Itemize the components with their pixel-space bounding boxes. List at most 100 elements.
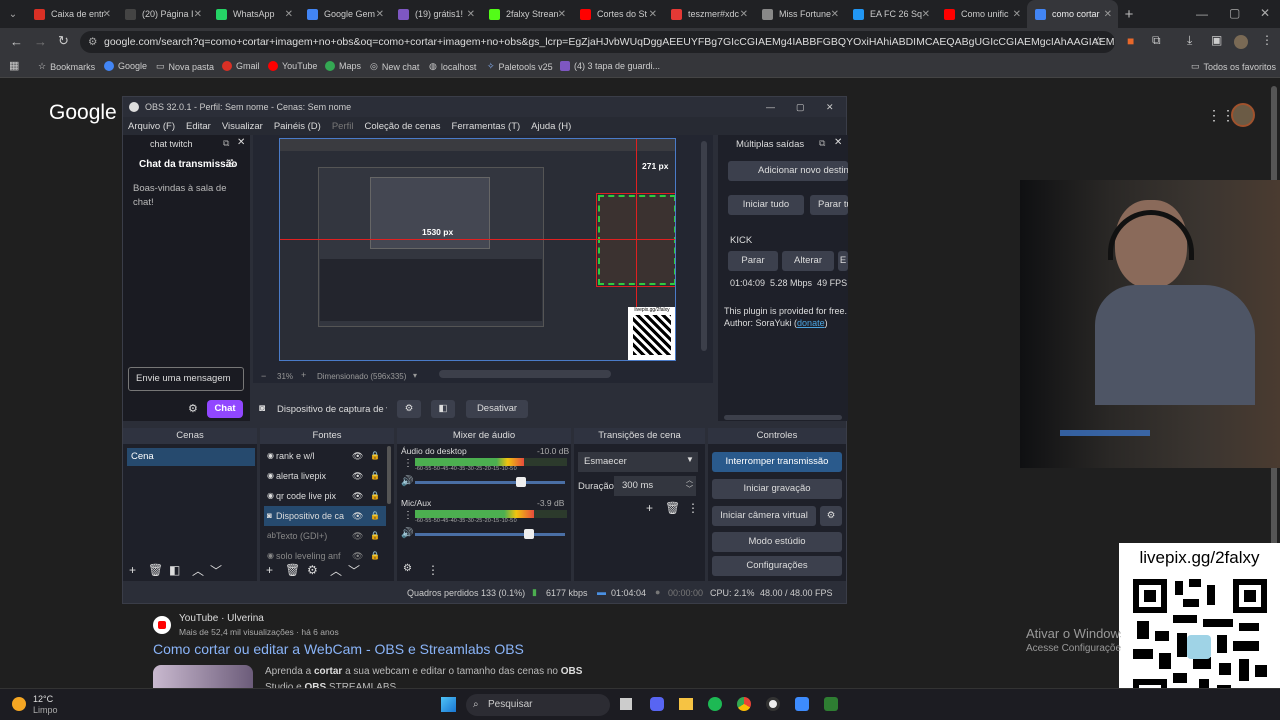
app-blue-icon[interactable]	[795, 697, 809, 711]
chat-dock-float-icon[interactable]: ⧉	[223, 138, 229, 149]
source-filters-button[interactable]: ◧	[431, 400, 455, 418]
windows-start-icon[interactable]	[441, 697, 456, 712]
back-icon[interactable]: ←	[10, 34, 23, 49]
bookmark-youtube[interactable]: YouTube	[268, 61, 317, 71]
browser-tab[interactable]: Miss Fortune ✕	[754, 0, 845, 28]
bookmark-new-chat[interactable]: ◎ New chat	[370, 61, 419, 72]
browser-tab[interactable]: 2falxy Strean ✕	[481, 0, 572, 28]
visibility-eye-icon[interactable]: 👁	[352, 466, 363, 486]
tab-close-icon[interactable]: ✕	[285, 9, 293, 20]
apps-grid-icon[interactable]: ▦	[9, 59, 19, 72]
reload-icon[interactable]: ↻	[58, 33, 69, 49]
channel-menu-icon[interactable]: ⋮	[403, 510, 413, 521]
kick-change-button[interactable]: Alterar	[782, 251, 834, 271]
forward-icon[interactable]: →	[34, 34, 47, 49]
stop-streaming-button[interactable]: Interromper transmissão	[712, 452, 842, 472]
visibility-eye-icon[interactable]: 👁	[352, 506, 363, 526]
app-green-icon[interactable]	[824, 697, 838, 711]
bookmark-nova-pasta[interactable]: ▭ Nova pasta	[156, 61, 214, 72]
deactivate-button[interactable]: Desativar	[466, 400, 528, 418]
start-all-button[interactable]: Iniciar tudo	[728, 195, 804, 215]
settings-button[interactable]: Configurações	[712, 556, 842, 576]
obs-taskbar-icon[interactable]	[766, 697, 780, 711]
bookmark-maps[interactable]: Maps	[325, 61, 361, 71]
bookmark-bookmarks[interactable]: ☆ Bookmarks	[38, 61, 95, 72]
source-item[interactable]: ◙ Dispositivo de ca 👁 🔒	[264, 506, 386, 526]
sidebar-icon[interactable]: ▣	[1211, 33, 1222, 47]
weather-icon[interactable]	[12, 697, 26, 711]
source-item[interactable]: ab Texto (GDI+) 👁 🔒	[264, 526, 386, 546]
tab-close-icon[interactable]: ✕	[740, 9, 748, 20]
discord-icon[interactable]	[650, 697, 664, 711]
start-virtual-camera-button[interactable]: Iniciar câmera virtual	[712, 506, 816, 526]
tab-close-icon[interactable]: ✕	[467, 9, 475, 20]
obs-menu-item[interactable]: Visualizar	[222, 121, 263, 132]
bookmark-tapa[interactable]: (4) 3 tapa de guardi...	[560, 61, 660, 71]
browser-menu-icon[interactable]: ⋮	[1261, 33, 1273, 47]
browser-tab[interactable]: Caixa de entr ✕	[26, 0, 117, 28]
obs-menu-item[interactable]: Ferramentas (T)	[452, 121, 521, 132]
google-logo[interactable]: Google	[49, 101, 117, 125]
obs-minimize-icon[interactable]: —	[766, 97, 775, 117]
visibility-eye-icon[interactable]: 👁	[352, 446, 363, 466]
chat-users-icon[interactable]: ♙	[227, 157, 237, 170]
scene-down-icon[interactable]: ﹀	[210, 562, 222, 579]
transition-select[interactable]: Esmaecer	[578, 452, 698, 472]
source-down-icon[interactable]: ﹀	[348, 562, 360, 579]
source-item[interactable]: ◉ qr code live pix 👁 🔒	[264, 486, 386, 506]
scene-filters-icon[interactable]: ◧	[169, 563, 180, 577]
lock-icon[interactable]: 🔒	[370, 506, 380, 526]
chat-send-button[interactable]: Chat	[207, 400, 243, 418]
multi-close-icon[interactable]: ✕	[834, 137, 842, 148]
tab-close-icon[interactable]: ✕	[194, 9, 202, 20]
lock-icon[interactable]: 🔒	[370, 466, 380, 486]
tab-close-icon[interactable]: ✕	[649, 9, 657, 20]
browser-tab[interactable]: WhatsApp ✕	[208, 0, 299, 28]
tab-close-icon[interactable]: ✕	[1013, 9, 1021, 20]
volume-slider[interactable]	[415, 481, 565, 484]
tab-close-icon[interactable]: ✕	[376, 9, 384, 20]
site-info-icon[interactable]: ⚙	[88, 31, 97, 53]
source-settings-icon[interactable]: ⚙	[307, 563, 318, 577]
source-add-icon[interactable]: +	[266, 563, 273, 577]
obs-menu-item[interactable]: Coleção de cenas	[364, 121, 440, 132]
tab-search-chevron-icon[interactable]: ⌄	[0, 9, 26, 20]
duration-input[interactable]: 300 ms	[614, 476, 696, 496]
studio-mode-button[interactable]: Modo estúdio	[712, 532, 842, 552]
bookmark-localhost[interactable]: ◍ localhost	[429, 61, 476, 72]
result-title-link[interactable]: Como cortar ou editar a WebCam - OBS e S…	[153, 641, 524, 657]
scene-up-icon[interactable]: ︿	[192, 562, 204, 579]
chrome-icon[interactable]	[737, 697, 751, 711]
obs-menu-item[interactable]: Perfil	[332, 121, 354, 132]
donate-link[interactable]: donate	[797, 318, 825, 328]
bookmark-star-icon[interactable]: ☆	[1093, 34, 1104, 48]
transition-chevron-icon[interactable]: ▼	[686, 455, 694, 464]
obs-menu-item[interactable]: Ajuda (H)	[531, 121, 571, 132]
result-channel[interactable]: YouTube · Ulverina	[179, 613, 264, 624]
bookmark-google[interactable]: Google	[104, 61, 147, 71]
scale-chevron-icon[interactable]: ▾	[413, 371, 417, 380]
tab-close-icon[interactable]: ✕	[831, 9, 839, 20]
browser-tab[interactable]: teszmer#xdc ✕	[663, 0, 754, 28]
tab-close-icon[interactable]: ✕	[103, 9, 111, 20]
browser-tab[interactable]: Google Gem ✕	[299, 0, 390, 28]
close-browser-icon[interactable]: ✕	[1260, 6, 1270, 20]
url-field[interactable]: ⚙ google.com/search?q=como+cortar+imagem…	[80, 31, 1115, 53]
obs-menu-item[interactable]: Painéis (D)	[274, 121, 321, 132]
bookmark-gmail[interactable]: Gmail	[222, 61, 260, 71]
duration-stepper-icon[interactable]: ︿ ﹀	[686, 476, 693, 494]
source-item[interactable]: ◉ alerta livepix 👁 🔒	[264, 466, 386, 486]
chat-dock-close-icon[interactable]: ✕	[237, 137, 245, 148]
chat-message-input[interactable]: Envie uma mensagem	[128, 367, 244, 391]
extension-fox-icon[interactable]: ■	[1127, 34, 1134, 48]
lock-icon[interactable]: 🔒	[370, 486, 380, 506]
scene-remove-icon[interactable]: 🗑	[148, 563, 163, 577]
mixer-settings-icon[interactable]: ⚙	[403, 563, 412, 574]
obs-close-icon[interactable]: ✕	[826, 97, 834, 117]
volume-slider-handle[interactable]	[515, 477, 526, 487]
obs-menu-item[interactable]: Arquivo (F)	[128, 121, 175, 132]
maximize-browser-icon[interactable]: ▢	[1229, 6, 1240, 20]
browser-tab[interactable]: (19) grátis1! ✕	[390, 0, 481, 28]
browser-tab[interactable]: Cortes do St ✕	[572, 0, 663, 28]
folder-app-icon[interactable]	[679, 698, 693, 710]
